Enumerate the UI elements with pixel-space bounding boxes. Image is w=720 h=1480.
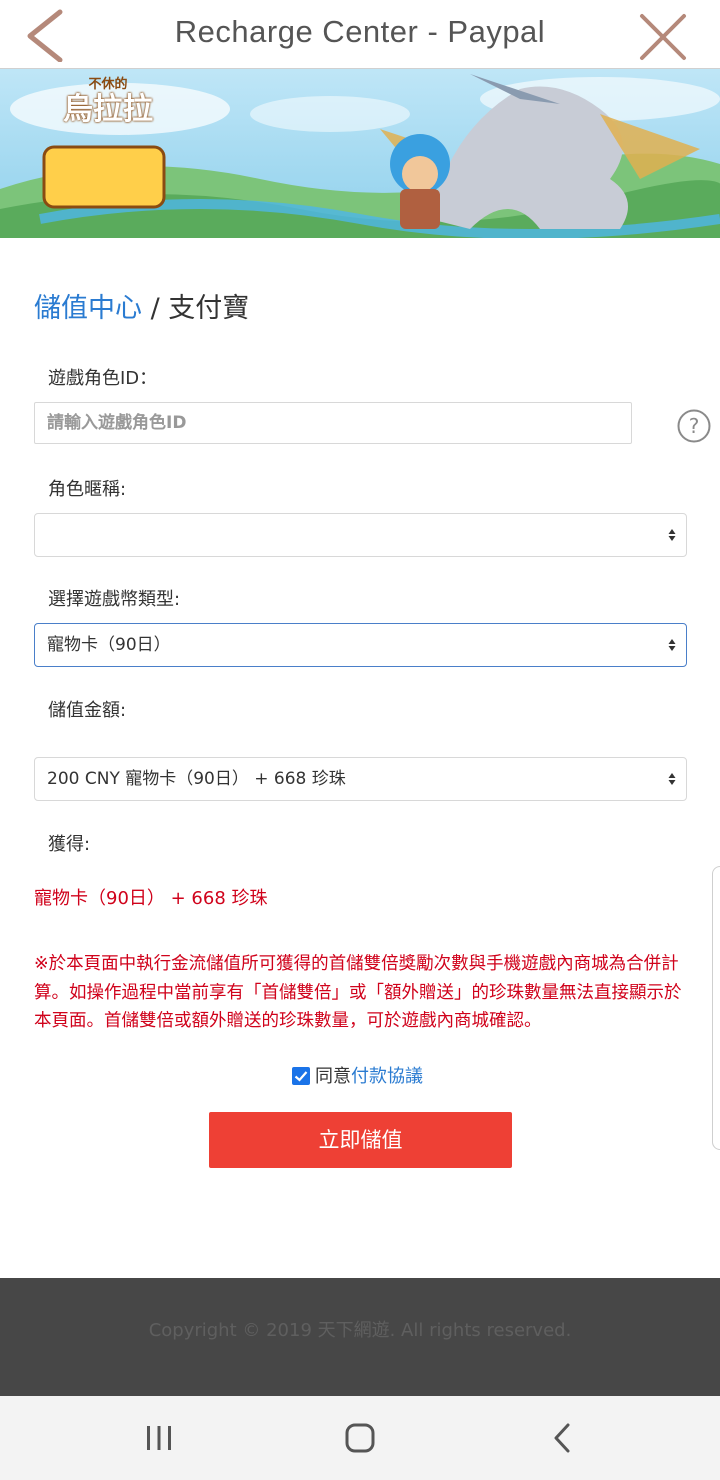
help-button[interactable]: ?	[677, 409, 711, 443]
agreement-row: 同意付款協議	[292, 1062, 423, 1088]
recent-apps-icon	[147, 1426, 171, 1450]
banner-logo-top: 不休的	[88, 77, 128, 92]
close-icon	[640, 14, 686, 60]
breadcrumb-separator: /	[150, 293, 160, 324]
back-arrow-icon	[554, 1423, 570, 1453]
checkmark-icon	[294, 1071, 308, 1082]
edge-panel-handle[interactable]	[712, 866, 720, 1150]
obtain-label: 獲得:	[48, 834, 91, 855]
close-button[interactable]	[636, 8, 692, 64]
breadcrumb: 儲值中心 / 支付寶	[34, 286, 249, 325]
select-arrows-icon	[668, 639, 676, 651]
notice-text: ※於本頁面中執行金流儲值所可獲得的首儲雙倍獎勵次數與手機遊戲內商城為合併計算。如…	[34, 954, 682, 1031]
game-banner: 不休的 烏拉拉	[0, 69, 720, 238]
amount-label: 儲值金額:	[48, 700, 127, 721]
page-title: Recharge Center - Paypal	[174, 14, 546, 49]
payment-agreement-link[interactable]: 付款協議	[351, 1066, 423, 1087]
agree-prefix: 同意	[315, 1066, 351, 1087]
home-button[interactable]	[338, 1416, 382, 1460]
currency-type-select[interactable]: 寵物卡（90日）	[34, 623, 687, 667]
select-arrows-icon	[668, 529, 676, 541]
system-back-button[interactable]	[540, 1416, 584, 1460]
agree-checkbox[interactable]	[292, 1067, 310, 1085]
footer: Copyright © 2019 天下網遊. All rights reserv…	[0, 1278, 720, 1396]
obtain-value: 寵物卡（90日） + 668 珍珠	[34, 888, 268, 909]
breadcrumb-current: 支付寶	[168, 293, 250, 324]
system-navigation-bar	[0, 1396, 720, 1480]
nickname-select[interactable]	[34, 513, 687, 557]
banner-logo: 不休的 烏拉拉	[50, 77, 166, 137]
breadcrumb-recharge-center[interactable]: 儲值中心	[34, 293, 142, 324]
amount-select-value: 200 CNY 寵物卡（90日） + 668 珍珠	[47, 769, 346, 789]
currency-type-value: 寵物卡（90日）	[47, 635, 171, 655]
amount-select[interactable]: 200 CNY 寵物卡（90日） + 668 珍珠	[34, 757, 687, 801]
home-icon	[345, 1423, 375, 1453]
recent-apps-button[interactable]	[137, 1416, 181, 1460]
svg-text:?: ?	[689, 414, 700, 438]
recharge-now-button[interactable]: 立即儲值	[209, 1112, 512, 1168]
role-id-label: 遊戲角色ID：	[48, 368, 158, 389]
copyright-text: Copyright © 2019 天下網遊. All rights reserv…	[148, 1320, 572, 1341]
nickname-label: 角色暱稱:	[48, 479, 127, 500]
currency-type-label: 選擇遊戲幣類型:	[48, 589, 181, 610]
banner-logo-main: 烏拉拉	[63, 92, 153, 127]
select-arrows-icon	[668, 773, 676, 785]
role-id-input[interactable]	[34, 402, 632, 444]
question-mark-icon: ?	[677, 409, 711, 443]
top-bar: Recharge Center - Paypal	[0, 0, 720, 69]
